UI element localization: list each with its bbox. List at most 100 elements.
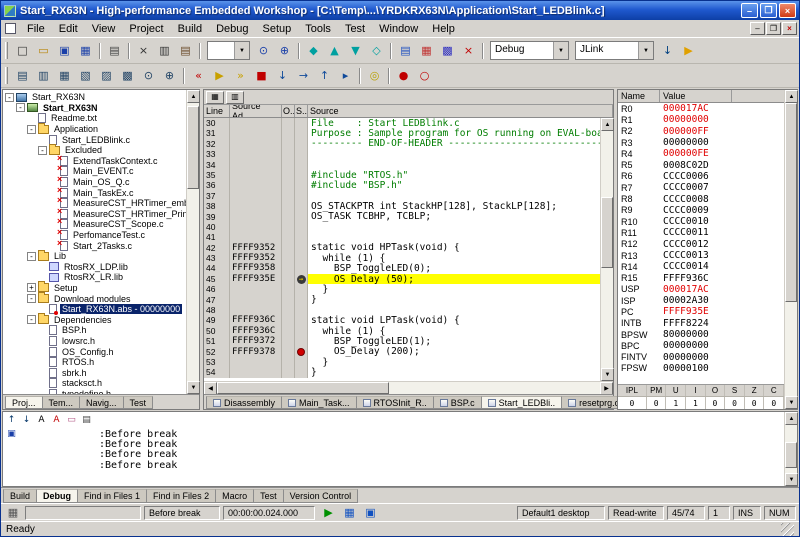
breakpoint-column[interactable] [295,118,308,128]
source-text[interactable]: } [308,284,600,294]
event-column[interactable] [282,357,295,367]
source-text[interactable]: } [308,367,600,377]
editor-line-31[interactable]: 31Purpose : Sample program for OS runnin… [204,128,600,138]
editor-line-53[interactable]: 53 } [204,357,600,367]
watch-window-button[interactable]: ⊙ [138,66,159,85]
tree-item-perfomancetest-c[interactable]: PerfomanceTest.c [3,230,186,241]
register-row-r3[interactable]: R300000000 [618,137,784,148]
reset-go-button[interactable]: » [230,66,251,85]
tree-item-sbrk-h[interactable]: sbrk.h [3,367,186,378]
editor-line-34[interactable]: 34 [204,160,600,170]
breakpoint-column[interactable] [295,180,308,190]
collapse-icon[interactable]: - [5,93,14,102]
editor-line-46[interactable]: 46 } [204,284,600,294]
source-text[interactable]: #include "BSP.h" [308,180,600,190]
source-text[interactable]: static void LPTask(void) { [308,315,600,325]
go-launch-button[interactable]: ▶ [678,41,699,60]
step-out-button[interactable]: ↑ [314,66,335,85]
scrollbar-thumb[interactable] [785,103,797,302]
event-column[interactable] [282,253,295,263]
breakpoint-column[interactable] [295,357,308,367]
collapse-icon[interactable]: - [27,125,36,134]
event-column[interactable] [282,274,295,284]
new-file-button[interactable]: □ [12,41,33,60]
breakpoint-column[interactable] [295,232,308,242]
event-column[interactable] [282,326,295,336]
tree-item-main-taskex-c[interactable]: Main_TaskEx.c [3,187,186,198]
breakpoint-column[interactable] [295,201,308,211]
output-tab-version-control[interactable]: Version Control [283,489,359,503]
source-text[interactable]: BSP_ToggleLED(0); [308,263,600,273]
build-configuration-select[interactable]: Debug ▼ [490,41,569,60]
register-row-fpsw[interactable]: FPSW00000100 [618,363,784,374]
editor-tab-start-ledbli[interactable]: Start_LEDBli.. [481,396,563,409]
editor-line-51[interactable]: 51FFFF9372 BSP_ToggleLED(1); [204,336,600,346]
register-row-r7[interactable]: R7CCCC0007 [618,182,784,193]
editor-line-30[interactable]: 30File : Start_LEDBlink.c [204,118,600,128]
source-text[interactable]: #include "RTOS.h" [308,170,600,180]
register-row-isp[interactable]: ISP00002A30 [618,295,784,306]
breakpoint-column[interactable] [295,160,308,170]
register-row-r13[interactable]: R13CCCC0013 [618,250,784,261]
output-tab-test[interactable]: Test [253,489,284,503]
source-text[interactable]: } [308,295,600,305]
paste-button[interactable]: ▤ [175,41,196,60]
previous-message-button[interactable]: ↑ [4,413,19,427]
tree-item-start-ledblink-c[interactable]: Start_LEDBlink.c [3,134,186,145]
tree-item-bsp-h[interactable]: BSP.h [3,325,186,336]
event-column[interactable] [282,191,295,201]
event-column[interactable] [282,315,295,325]
cut-button[interactable]: × [133,41,154,60]
editor-line-38[interactable]: 38OS_STACKPTR int StackHP[128], StackLP[… [204,201,600,211]
toggle-bookmark-button[interactable]: ◆ [303,41,324,60]
chevron-down-icon[interactable]: ▼ [553,42,568,59]
find-button[interactable]: ⊙ [253,41,274,60]
register-row-r2[interactable]: R2000000FF [618,126,784,137]
editor-line-43[interactable]: 43FFFF9352 while (1) { [204,253,600,263]
maximize-button[interactable]: ❐ [760,3,777,18]
event-column[interactable] [282,232,295,242]
reset-cpu-button[interactable]: « [188,66,209,85]
editor-line-44[interactable]: 44FFFF9358 BSP_ToggleLED(0); [204,263,600,273]
register-row-fintv[interactable]: FINTV00000000 [618,352,784,363]
tree-item-readme-txt[interactable]: Readme.txt [3,113,186,124]
register-row-bpsw[interactable]: BPSW80000000 [618,329,784,340]
tree-item-download-modules[interactable]: -Download modules [3,293,186,304]
editor-line-40[interactable]: 40 [204,222,600,232]
event-column[interactable] [282,139,295,149]
scrollbar-thumb[interactable] [187,106,199,189]
event-column[interactable] [282,243,295,253]
tree-item-rtosrx-lr-lib[interactable]: RtosRX_LR.lib [3,272,186,283]
chevron-down-icon[interactable]: ▼ [638,42,653,59]
expand-icon[interactable]: + [27,283,36,292]
breakpoint-column[interactable] [295,253,308,263]
collapse-icon[interactable]: - [27,315,36,324]
menu-item-view[interactable]: View [85,22,123,36]
scrollbar-track[interactable] [785,103,797,396]
menu-item-debug[interactable]: Debug [209,22,255,36]
register-row-r5[interactable]: R50008C02D [618,159,784,170]
breakpoint-column[interactable]: → [295,274,308,284]
print-button[interactable]: ▤ [104,41,125,60]
scroll-up-button[interactable]: ▲ [785,90,798,103]
register-row-intb[interactable]: INTBFFFF8224 [618,318,784,329]
performance-analysis-button[interactable]: ▶ [318,503,339,522]
build-all-button[interactable]: ▩ [437,41,458,60]
event-column[interactable] [282,118,295,128]
compile-button[interactable]: ▤ [395,41,416,60]
next-message-button[interactable]: ↓ [19,413,34,427]
tree-item-start-2tasks-c[interactable]: Start_2Tasks.c [3,240,186,251]
mdi-close-button[interactable]: × [782,22,797,35]
tree-item-stacksct-h[interactable]: stacksct.h [3,378,186,389]
breakpoint-column[interactable] [295,263,308,273]
save-button[interactable]: ▣ [54,41,75,60]
tree-item-os-config-h[interactable]: OS_Config.h [3,346,186,357]
breakpoint-column[interactable] [295,139,308,149]
clear-bookmarks-button[interactable]: ◇ [366,41,387,60]
menu-item-build[interactable]: Build [171,22,209,36]
profile-window-button[interactable]: ▦ [339,503,360,522]
editor-line-36[interactable]: 36#include "BSP.h" [204,180,600,190]
event-column[interactable] [282,336,295,346]
menu-item-file[interactable]: File [20,22,52,36]
editor-tab-disassembly[interactable]: Disassembly [206,396,282,409]
